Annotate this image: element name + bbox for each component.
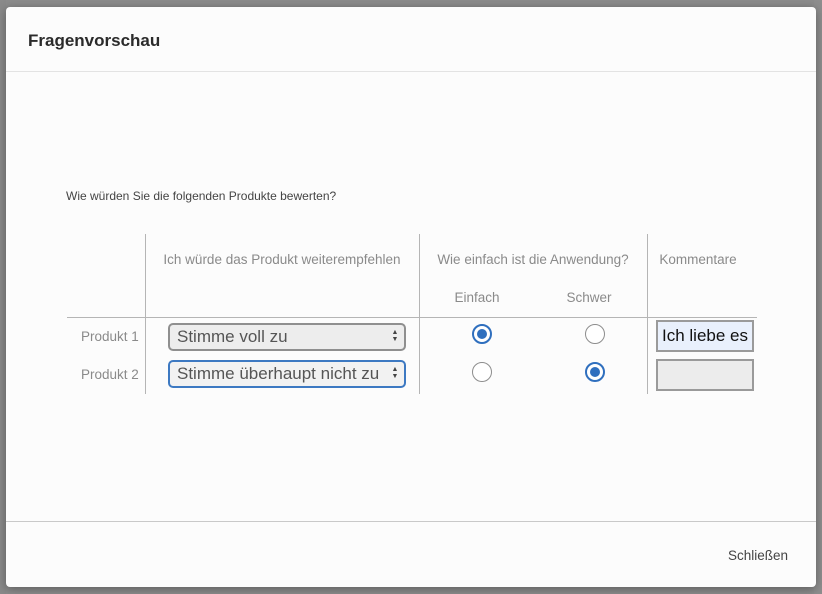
comment-input[interactable] (656, 359, 754, 391)
dialog-footer: Schließen (6, 521, 816, 587)
select-value: Stimme überhaupt nicht zu (177, 364, 380, 383)
subheader-hard: Schwer (566, 290, 612, 305)
header-divider (67, 317, 757, 318)
select-arrows-icon: ▲ ▼ (391, 329, 399, 343)
recommend-select[interactable]: Stimme überhaupt nicht zu ▲ ▼ (168, 360, 406, 388)
radio-easy[interactable] (472, 362, 492, 382)
column-divider (647, 234, 648, 394)
column-header-comments: Kommentare (659, 252, 737, 267)
question-preview-dialog: Fragenvorschau Wie würden Sie die folgen… (6, 7, 816, 587)
dialog-header: Fragenvorschau (6, 7, 816, 72)
subheader-easy: Einfach (454, 290, 500, 305)
radio-hard[interactable] (585, 324, 605, 344)
radio-hard[interactable] (585, 362, 605, 382)
comment-input[interactable]: Ich liebe es (656, 320, 754, 352)
dialog-title: Fragenvorschau (28, 31, 161, 50)
close-button[interactable]: Schließen (728, 548, 788, 563)
column-divider (419, 234, 420, 394)
recommend-select[interactable]: Stimme voll zu ▲ ▼ (168, 323, 406, 351)
select-arrows-icon: ▲ ▼ (391, 366, 399, 380)
radio-easy[interactable] (472, 324, 492, 344)
row-label: Produkt 1 (81, 329, 139, 344)
column-header-recommend: Ich würde das Produkt weiterempfehlen (163, 252, 401, 267)
matrix-table: Ich würde das Produkt weiterempfehlen Wi… (67, 234, 757, 394)
column-header-ease: Wie einfach ist die Anwendung? (437, 252, 629, 267)
row-label: Produkt 2 (81, 367, 139, 382)
select-value: Stimme voll zu (177, 327, 288, 346)
column-divider (145, 234, 146, 394)
question-text: Wie würden Sie die folgenden Produkte be… (66, 189, 337, 203)
